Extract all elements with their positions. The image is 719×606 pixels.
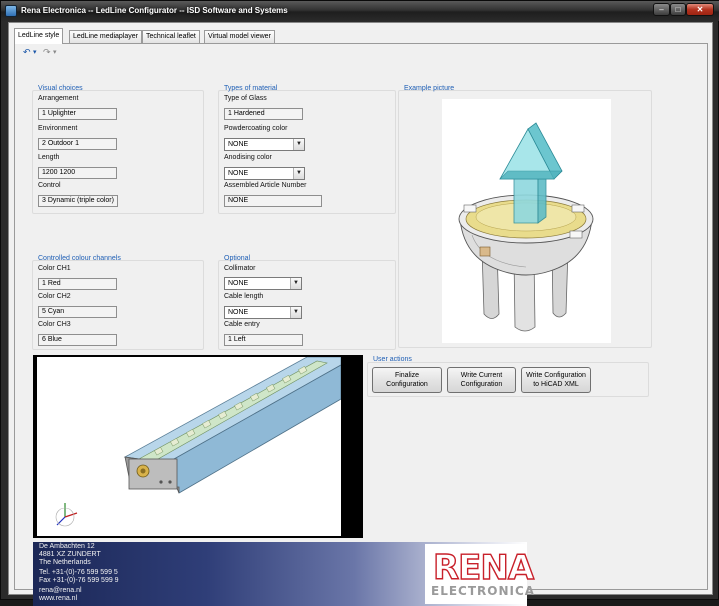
redo-icon[interactable]: ↷ [43, 47, 51, 58]
cable-entry-label: Cable entry [224, 321, 260, 328]
control-field[interactable]: 3 Dynamic (triple color) [38, 195, 118, 207]
colour-channels-title: Controlled colour channels [38, 255, 121, 262]
arrangement-label: Arrangement [38, 95, 79, 102]
app-window: Rena Electronica -- LedLine Configurator… [0, 0, 719, 606]
minimize-button[interactable]: – [653, 3, 670, 16]
environment-label: Environment [38, 125, 78, 132]
telephone: Tel. +31-(0)-76 599 599 5 [39, 569, 118, 576]
chevron-down-icon[interactable]: ▼ [290, 278, 301, 289]
model-viewport[interactable] [37, 356, 342, 536]
type-of-glass-field[interactable]: 1 Hardened [224, 108, 303, 120]
tab-technical-leaflet[interactable]: Technical leaflet [142, 30, 200, 43]
undo-icon[interactable]: ↶ [23, 47, 31, 58]
cable-entry-field[interactable]: 1 Left [224, 334, 303, 346]
ledline-model [55, 356, 342, 527]
powdercoating-value: NONE [228, 141, 249, 148]
powdercoating-label: Powdercoating color [224, 125, 288, 132]
title-bar[interactable]: Rena Electronica -- LedLine Configurator… [1, 1, 719, 21]
redo-dropdown-icon[interactable]: ▾ [53, 48, 57, 56]
anodising-label: Anodising color [224, 154, 272, 161]
type-of-glass-label: Type of Glass [224, 95, 267, 102]
fax: Fax +31-(0)-76 599 599 9 [39, 577, 119, 584]
ledline-style-page: ↶ ▾ ↷ ▾ Visual choices Arrangement 1 Upl… [14, 43, 708, 606]
luminaire-illustration [458, 122, 594, 332]
anodising-combo[interactable]: NONE ▼ [224, 167, 305, 180]
arrangement-field[interactable]: 1 Uplighter [38, 108, 117, 120]
user-actions-title: User actions [373, 356, 412, 363]
optional-title: Optional [224, 255, 251, 262]
article-number-field[interactable]: NONE [224, 195, 322, 207]
collimator-label: Collimator [224, 265, 256, 272]
length-label: Length [38, 154, 60, 161]
cable-length-label: Cable length [224, 293, 264, 300]
color-ch1-label: Color CH1 [38, 265, 71, 272]
finalize-configuration-button[interactable]: Finalize Configuration [372, 367, 442, 393]
control-label: Control [38, 182, 61, 189]
address-line: The Netherlands [39, 559, 91, 566]
close-button[interactable]: ✕ [686, 3, 714, 16]
address-line: De Ambachten 12 [39, 543, 95, 550]
chevron-down-icon[interactable]: ▼ [290, 307, 301, 318]
window-title: Rena Electronica -- LedLine Configurator… [21, 6, 288, 15]
environment-field[interactable]: 2 Outdoor 1 [38, 138, 117, 150]
visual-choices-title: Visual choices [38, 85, 83, 92]
undo-dropdown-icon[interactable]: ▾ [33, 48, 37, 56]
tab-ledline-mediaplayer[interactable]: LedLine mediaplayer [69, 30, 142, 43]
logo-main-text: RENA [432, 547, 535, 588]
powdercoating-combo[interactable]: NONE ▼ [224, 138, 305, 151]
collimator-value: NONE [228, 280, 249, 287]
rena-logo: RENA ELECTRONICA [425, 544, 535, 604]
cable-length-combo[interactable]: NONE ▼ [224, 306, 302, 319]
axis-triad-icon [55, 503, 78, 527]
website-link[interactable]: www.rena.nl [39, 595, 77, 602]
cable-length-value: NONE [228, 309, 249, 316]
logo-sub-text: ELECTRONICA [431, 584, 536, 598]
article-number-label: Assembled Article Number [224, 182, 307, 189]
tab-ledline-style[interactable]: LedLine style [14, 28, 64, 44]
tab-virtual-model-viewer[interactable]: Virtual model viewer [204, 30, 275, 43]
model-viewer[interactable] [33, 355, 363, 538]
example-picture [442, 99, 611, 343]
write-current-configuration-button[interactable]: Write Current Configuration [447, 367, 516, 393]
color-ch3-label: Color CH3 [38, 321, 71, 328]
chevron-down-icon[interactable]: ▼ [293, 139, 304, 150]
length-field[interactable]: 1200 1200 [38, 167, 117, 179]
email-link[interactable]: rena@rena.nl [39, 587, 82, 594]
address-line: 4881 XZ ZUNDERT [39, 551, 101, 558]
write-hicad-xml-button[interactable]: Write Configuration to HiCAD XML [521, 367, 591, 393]
anodising-value: NONE [228, 170, 249, 177]
collimator-combo[interactable]: NONE ▼ [224, 277, 302, 290]
maximize-button[interactable]: □ [670, 3, 686, 16]
client-area: LedLine style LedLine mediaplayer Techni… [8, 22, 713, 606]
company-footer: De Ambachten 12 4881 XZ ZUNDERT The Neth… [33, 542, 535, 606]
app-icon [5, 5, 17, 17]
color-ch2-label: Color CH2 [38, 293, 71, 300]
example-picture-title: Example picture [404, 85, 455, 92]
color-ch1-field[interactable]: 1 Red [38, 278, 117, 290]
chevron-down-icon[interactable]: ▼ [293, 168, 304, 179]
types-of-material-title: Types of material [224, 85, 278, 92]
color-ch2-field[interactable]: 5 Cyan [38, 306, 117, 318]
color-ch3-field[interactable]: 6 Blue [38, 334, 117, 346]
